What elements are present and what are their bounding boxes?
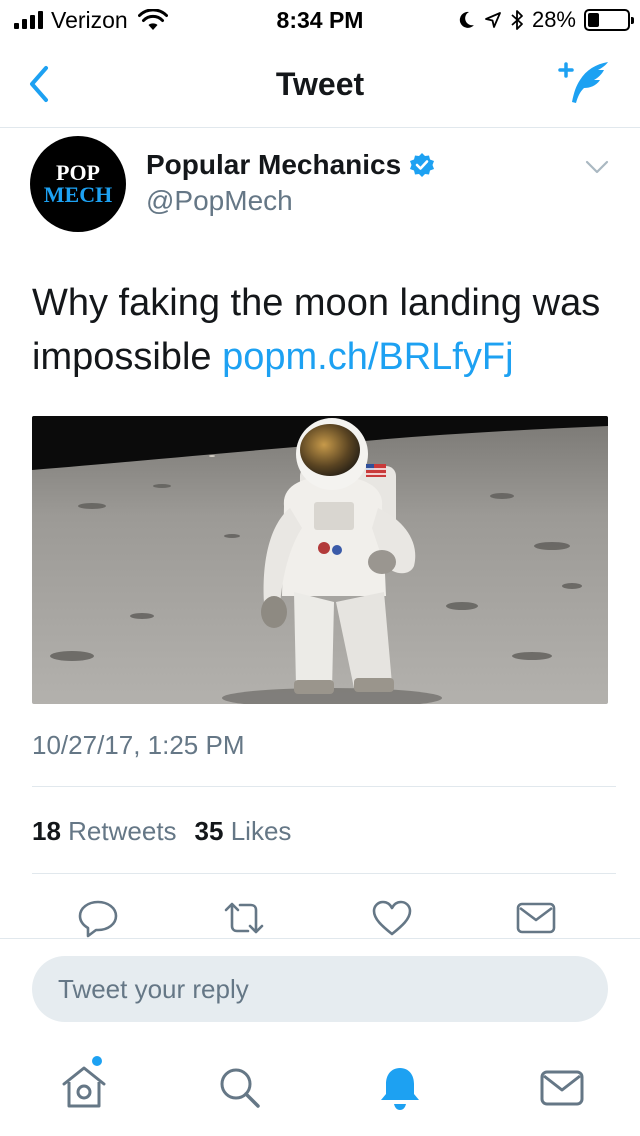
tweet-text: Why faking the moon landing was impossib…	[32, 276, 622, 384]
chevron-down-icon[interactable]	[584, 156, 610, 178]
direct-message-icon[interactable]	[514, 898, 558, 938]
navigation-bar: Tweet	[0, 40, 640, 128]
tab-bar	[0, 1040, 640, 1136]
notifications-icon[interactable]	[374, 1062, 426, 1114]
divider	[32, 786, 616, 787]
author-name-text: Popular Mechanics	[146, 149, 402, 180]
page-title: Tweet	[275, 66, 365, 102]
reply-placeholder: Tweet your reply	[58, 974, 249, 1004]
retweet-icon[interactable]	[222, 898, 266, 938]
new-content-indicator	[92, 1056, 102, 1066]
tweet-stats: 18 Retweets 35 Likes	[32, 814, 291, 848]
avatar-logo-text-top: POP	[56, 160, 100, 185]
messages-icon[interactable]	[536, 1062, 588, 1114]
tweet-link[interactable]: popm.ch/BRLfyFj	[222, 336, 513, 378]
search-icon[interactable]	[214, 1062, 266, 1114]
likes-stat[interactable]: 35 Likes	[195, 814, 292, 848]
divider	[32, 873, 616, 874]
reply-input[interactable]: Tweet your reply	[32, 956, 608, 1022]
like-icon[interactable]	[370, 898, 414, 938]
tweet-timestamp: 10/27/17, 1:25 PM	[32, 730, 245, 760]
avatar[interactable]: POP MECH	[30, 136, 126, 232]
tweet-photo-astronaut-on-moon[interactable]	[32, 416, 608, 704]
home-icon[interactable]	[58, 1062, 110, 1114]
divider	[0, 938, 640, 939]
author-name[interactable]: Popular Mechanics	[146, 148, 435, 182]
reply-icon[interactable]	[76, 898, 120, 938]
retweets-label: Retweets	[68, 816, 177, 846]
status-bar: Verizon 8:34 PM 28%	[0, 0, 640, 40]
battery-icon	[584, 9, 634, 31]
location-arrow-icon	[485, 12, 501, 28]
compose-tweet-icon[interactable]	[556, 58, 612, 108]
retweets-count: 18	[32, 816, 61, 846]
retweets-stat[interactable]: 18 Retweets	[32, 814, 177, 848]
bluetooth-icon	[511, 10, 523, 30]
battery-percentage: 28%	[531, 7, 576, 32]
likes-count: 35	[194, 816, 224, 846]
author-handle[interactable]: @PopMech	[146, 184, 293, 218]
avatar-logo-text-bottom: MECH	[43, 182, 113, 207]
moon-icon	[459, 11, 474, 28]
verified-badge-icon	[410, 153, 435, 177]
likes-label: Likes	[230, 816, 292, 846]
